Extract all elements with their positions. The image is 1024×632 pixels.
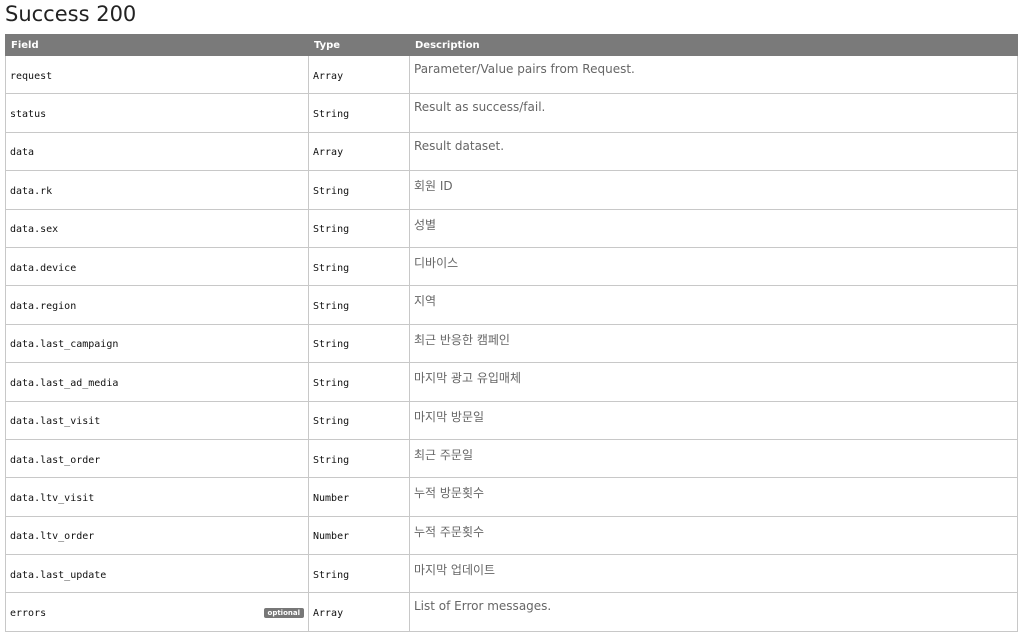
description-cell: Result as success/fail. bbox=[409, 93, 1018, 133]
description-cell: 회원 ID bbox=[409, 170, 1018, 210]
field-cell: request bbox=[5, 54, 309, 95]
table-row: request Array Parameter/Value pairs from R… bbox=[5, 54, 1018, 95]
table-row: errors optional Array List of Error message… bbox=[5, 592, 1018, 632]
table-header: Field Type Description bbox=[5, 34, 1018, 56]
field-cell: data.sex bbox=[5, 208, 309, 248]
type-cell: String bbox=[308, 438, 410, 479]
field-cell: data.ltv_visit bbox=[5, 477, 309, 517]
description-cell: 마지막 방문일 bbox=[409, 400, 1018, 440]
type-cell: Array bbox=[308, 592, 410, 632]
description-cell: 디바이스 bbox=[409, 246, 1018, 287]
table-row: status String Result as success/fail. bbox=[5, 93, 1018, 133]
table-row: data.last_order String 최근 주문일 bbox=[5, 438, 1018, 479]
description-cell: 누적 방문횟수 bbox=[409, 477, 1018, 517]
field-name: errors bbox=[10, 608, 47, 620]
type-cell: String bbox=[308, 208, 410, 248]
type-cell: String bbox=[308, 285, 410, 325]
field-cell: data.last_update bbox=[5, 554, 309, 594]
table-row: data.sex String 성별 bbox=[5, 208, 1018, 248]
field-cell: status bbox=[5, 93, 309, 133]
table-row: data.device String 디바이스 bbox=[5, 246, 1018, 287]
table-row: data.ltv_visit Number 누적 방문횟수 bbox=[5, 477, 1018, 517]
type-cell: Array bbox=[308, 54, 410, 95]
header-description: Description bbox=[409, 34, 1018, 56]
field-name: data.ltv_order bbox=[10, 531, 95, 543]
type-cell: String bbox=[308, 323, 410, 364]
type-cell: String bbox=[308, 554, 410, 594]
header-field: Field bbox=[5, 34, 309, 56]
table-row: data.last_update String 마지막 업데이트 bbox=[5, 554, 1018, 594]
field-cell: data.last_order bbox=[5, 438, 309, 479]
field-name: data.last_ad_media bbox=[10, 377, 119, 389]
description-cell: 최근 반응한 캠페인 bbox=[409, 323, 1018, 364]
table-row: data.last_visit String 마지막 방문일 bbox=[5, 400, 1018, 440]
table-row: data.ltv_order Number 누적 주문횟수 bbox=[5, 515, 1018, 556]
description-cell: Parameter/Value pairs from Request. bbox=[409, 54, 1018, 95]
field-name: data.device bbox=[10, 262, 77, 274]
field-cell: data.last_campaign bbox=[5, 323, 309, 364]
field-name: data.last_campaign bbox=[10, 339, 119, 351]
description-cell: Result dataset. bbox=[409, 131, 1018, 172]
field-name: request bbox=[10, 70, 53, 82]
table-row: data Array Result dataset. bbox=[5, 131, 1018, 172]
field-name: status bbox=[10, 109, 47, 121]
field-name: data.rk bbox=[10, 185, 53, 197]
optional-badge: optional bbox=[263, 608, 304, 619]
field-name: data.last_visit bbox=[10, 416, 101, 428]
type-cell: String bbox=[308, 400, 410, 440]
response-fields-table: Field Type Description request Array Param… bbox=[5, 34, 1018, 632]
type-cell: Array bbox=[308, 131, 410, 172]
field-name: data.sex bbox=[10, 224, 59, 236]
table-row: data.last_campaign String 최근 반응한 캠페인 bbox=[5, 323, 1018, 364]
table-body: request Array Parameter/Value pairs from R… bbox=[5, 54, 1018, 632]
type-cell: Number bbox=[308, 515, 410, 556]
table-row: data.last_ad_media String 마지막 광고 유입매체 bbox=[5, 362, 1018, 402]
type-cell: String bbox=[308, 246, 410, 287]
field-cell: data.ltv_order bbox=[5, 515, 309, 556]
field-cell: data.region bbox=[5, 285, 309, 325]
response-fields-table-container: Field Type Description request Array Param… bbox=[5, 34, 1018, 632]
description-cell: List of Error messages. bbox=[409, 592, 1018, 632]
description-cell: 지역 bbox=[409, 285, 1018, 325]
field-name: data.last_update bbox=[10, 569, 107, 581]
header-type: Type bbox=[308, 34, 410, 56]
section-title: Success 200 bbox=[5, 2, 137, 26]
field-name: data.region bbox=[10, 301, 77, 313]
description-cell: 누적 주문횟수 bbox=[409, 515, 1018, 556]
type-cell: String bbox=[308, 93, 410, 133]
table-row: data.region String 지역 bbox=[5, 285, 1018, 325]
table-row: data.rk String 회원 ID bbox=[5, 170, 1018, 210]
field-name: data.last_order bbox=[10, 454, 101, 466]
field-name: data bbox=[10, 147, 35, 159]
type-cell: String bbox=[308, 170, 410, 210]
type-cell: Number bbox=[308, 477, 410, 517]
field-cell: errors optional bbox=[5, 592, 309, 632]
type-cell: String bbox=[308, 362, 410, 402]
description-cell: 마지막 업데이트 bbox=[409, 554, 1018, 594]
field-cell: data bbox=[5, 131, 309, 172]
field-name: data.ltv_visit bbox=[10, 492, 95, 504]
field-cell: data.rk bbox=[5, 170, 309, 210]
description-cell: 최근 주문일 bbox=[409, 438, 1018, 479]
field-cell: data.last_visit bbox=[5, 400, 309, 440]
field-cell: data.device bbox=[5, 246, 309, 287]
field-cell: data.last_ad_media bbox=[5, 362, 309, 402]
description-cell: 성별 bbox=[409, 208, 1018, 248]
description-cell: 마지막 광고 유입매체 bbox=[409, 362, 1018, 402]
table-header-row: Field Type Description bbox=[5, 34, 1018, 56]
